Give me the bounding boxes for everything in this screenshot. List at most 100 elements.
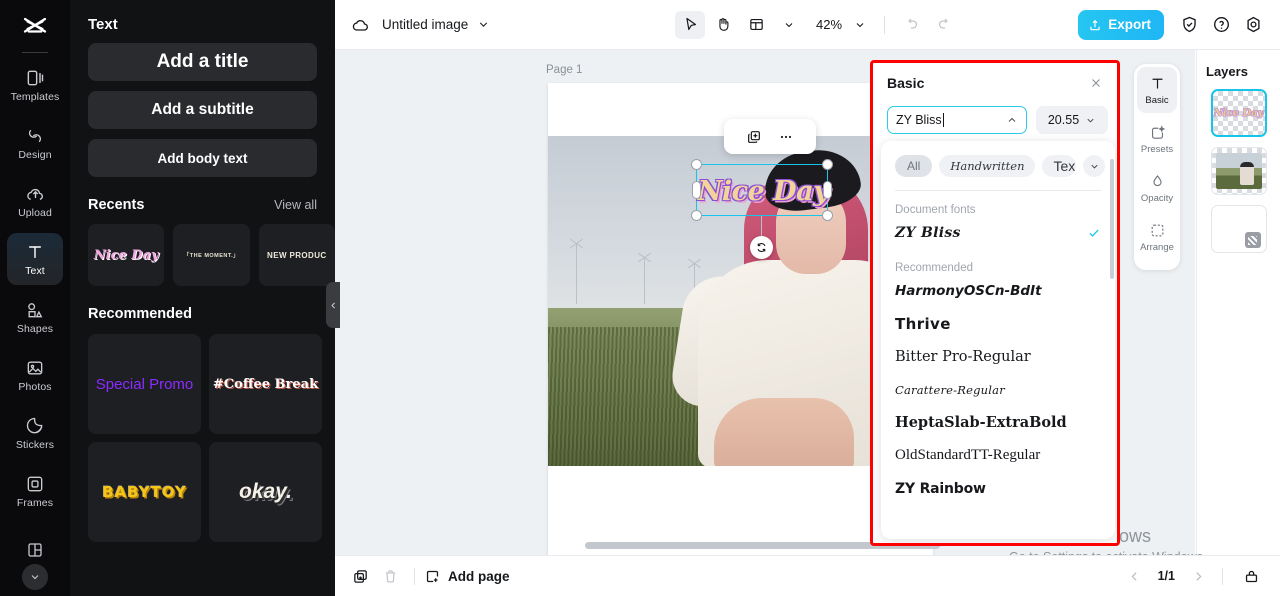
chevron-down-icon[interactable]: [22, 564, 48, 590]
select-cursor-icon[interactable]: [675, 10, 705, 39]
tab-opacity[interactable]: Opacity: [1137, 165, 1177, 211]
resize-handle[interactable]: [822, 159, 833, 170]
layout-chevron-down-icon[interactable]: [774, 11, 804, 39]
resize-handle[interactable]: [691, 210, 702, 221]
undo-icon[interactable]: [896, 10, 926, 40]
resize-handle[interactable]: [691, 159, 702, 170]
font-size-select[interactable]: 20.55: [1036, 106, 1108, 134]
trash-icon[interactable]: [375, 561, 405, 591]
list-item[interactable]: ZY Rainbow: [881, 472, 1115, 505]
list-item[interactable]: ZY Bliss: [881, 216, 1115, 249]
sidebar-item-text[interactable]: Text: [7, 233, 63, 285]
list-item[interactable]: Nice Day: [88, 224, 165, 286]
canvas-text-element[interactable]: Nice Day: [697, 165, 829, 217]
list-item[interactable]: HarmonyOSCn-BdIt: [881, 274, 1115, 307]
recommended-label: #Coffee Break: [212, 376, 319, 392]
document-title[interactable]: Untitled image: [382, 17, 468, 32]
layer-item-image[interactable]: [1210, 147, 1267, 195]
duplicate-page-icon[interactable]: [345, 561, 375, 591]
chevron-up-icon[interactable]: [1006, 114, 1018, 126]
sidebar-item-label: Photos: [18, 381, 52, 393]
chevron-right-icon[interactable]: [1187, 565, 1209, 587]
add-subtitle-button[interactable]: Add a subtitle: [88, 91, 317, 129]
add-page-icon: [424, 568, 441, 585]
sidebar-item-design[interactable]: Design: [7, 117, 63, 169]
chevron-down-icon[interactable]: [477, 18, 490, 31]
zoom-chevron-down-icon[interactable]: [845, 11, 875, 39]
pages-panel-icon[interactable]: [1236, 561, 1266, 591]
shield-check-icon[interactable]: [1174, 10, 1204, 40]
list-item[interactable]: NEW PRODUC: [258, 224, 335, 286]
font-list-scrollbar[interactable]: [1110, 159, 1114, 279]
sidebar-item-upload[interactable]: Upload: [7, 175, 63, 227]
list-item[interactable]: #Coffee Break: [209, 334, 322, 434]
rotate-connector: [761, 216, 762, 238]
font-size-value: 20.55: [1047, 113, 1080, 127]
add-page-button[interactable]: Add page: [424, 568, 510, 585]
page-label: Page 1: [546, 64, 583, 76]
rotate-icon[interactable]: [750, 236, 773, 259]
templates-icon: [25, 67, 45, 89]
font-family-input[interactable]: ZY Bliss: [887, 106, 1027, 134]
sidebar-item-shapes[interactable]: Shapes: [7, 291, 63, 343]
resize-handle[interactable]: [823, 181, 832, 199]
background-badge-icon: [1244, 232, 1261, 248]
filter-chip-handwritten[interactable]: Handwritten: [939, 155, 1036, 177]
close-icon[interactable]: [1087, 74, 1105, 92]
tab-basic[interactable]: Basic: [1137, 67, 1177, 113]
zoom-level[interactable]: 42%: [816, 17, 842, 32]
recents-view-all-link[interactable]: View all: [274, 198, 317, 212]
list-item[interactable]: OldStandardTT-Regular: [881, 439, 1115, 472]
filter-chip-all[interactable]: All: [895, 155, 933, 177]
text-selection-frame[interactable]: Nice Day: [691, 159, 833, 221]
tab-label: Opacity: [1140, 192, 1174, 204]
font-dropdown-list[interactable]: All Handwritten Tex Document fonts ZY Bl…: [881, 141, 1115, 539]
add-title-button[interactable]: Add a title: [88, 43, 317, 81]
duplicate-icon[interactable]: [746, 129, 762, 145]
list-item[interactable]: okay.: [209, 442, 322, 542]
redo-icon[interactable]: [929, 10, 959, 40]
list-item[interactable]: Special Promo: [88, 334, 201, 434]
add-body-text-button[interactable]: Add body text: [88, 139, 317, 177]
capcut-logo-icon[interactable]: [18, 12, 52, 46]
recommended-label: BABYTOY: [102, 483, 187, 501]
right-tool-dock: Basic Presets Opacity Arrange: [1134, 64, 1180, 270]
chevron-left-icon[interactable]: [1124, 565, 1146, 587]
list-item[interactable]: BABYTOY: [88, 442, 201, 542]
export-button[interactable]: Export: [1078, 9, 1164, 40]
cloud-icon[interactable]: [350, 15, 370, 35]
layout-grid-icon[interactable]: [741, 11, 771, 39]
arrange-icon: [1149, 222, 1166, 239]
list-item[interactable]: Carattere-Regular: [881, 373, 1115, 406]
left-icon-rail: Templates Design Upload Text Shapes Phot…: [0, 0, 70, 596]
list-item[interactable]: 「THE MOMENT.」: [173, 224, 250, 286]
sidebar-item-label: Text: [25, 265, 45, 277]
gear-icon[interactable]: [1238, 10, 1268, 40]
tab-presets[interactable]: Presets: [1137, 116, 1177, 162]
list-item[interactable]: HeptaSlab-ExtraBold: [881, 406, 1115, 439]
list-item[interactable]: Thrive: [881, 307, 1115, 340]
layer-item-text[interactable]: Nice Day: [1210, 89, 1267, 137]
resize-handle[interactable]: [692, 181, 701, 199]
sidebar-item-stickers[interactable]: Stickers: [7, 407, 63, 459]
sidebar-item-templates[interactable]: Templates: [7, 59, 63, 111]
font-name: Thrive: [895, 314, 951, 333]
hand-pan-icon[interactable]: [708, 11, 738, 39]
tab-arrange[interactable]: Arrange: [1137, 214, 1177, 260]
panel-collapse-handle[interactable]: [326, 282, 340, 328]
grid-layout-icon[interactable]: [26, 541, 44, 561]
chevron-down-icon: [1085, 115, 1096, 126]
text-t-icon: [25, 241, 45, 263]
question-circle-icon[interactable]: [1206, 10, 1236, 40]
layer-item-background[interactable]: [1210, 205, 1267, 253]
ellipsis-icon[interactable]: [778, 129, 794, 145]
list-item[interactable]: Bitter Pro-Regular: [881, 340, 1115, 373]
document-fonts-label: Document fonts: [895, 204, 976, 216]
sidebar-item-label: Stickers: [15, 439, 55, 451]
resize-handle[interactable]: [822, 210, 833, 221]
sidebar-item-frames[interactable]: Frames: [7, 465, 63, 517]
sidebar-item-photos[interactable]: Photos: [7, 349, 63, 401]
tab-label: Arrange: [1140, 241, 1174, 253]
chevron-down-icon[interactable]: [1083, 155, 1105, 177]
filter-chip-tex[interactable]: Tex: [1042, 155, 1076, 177]
